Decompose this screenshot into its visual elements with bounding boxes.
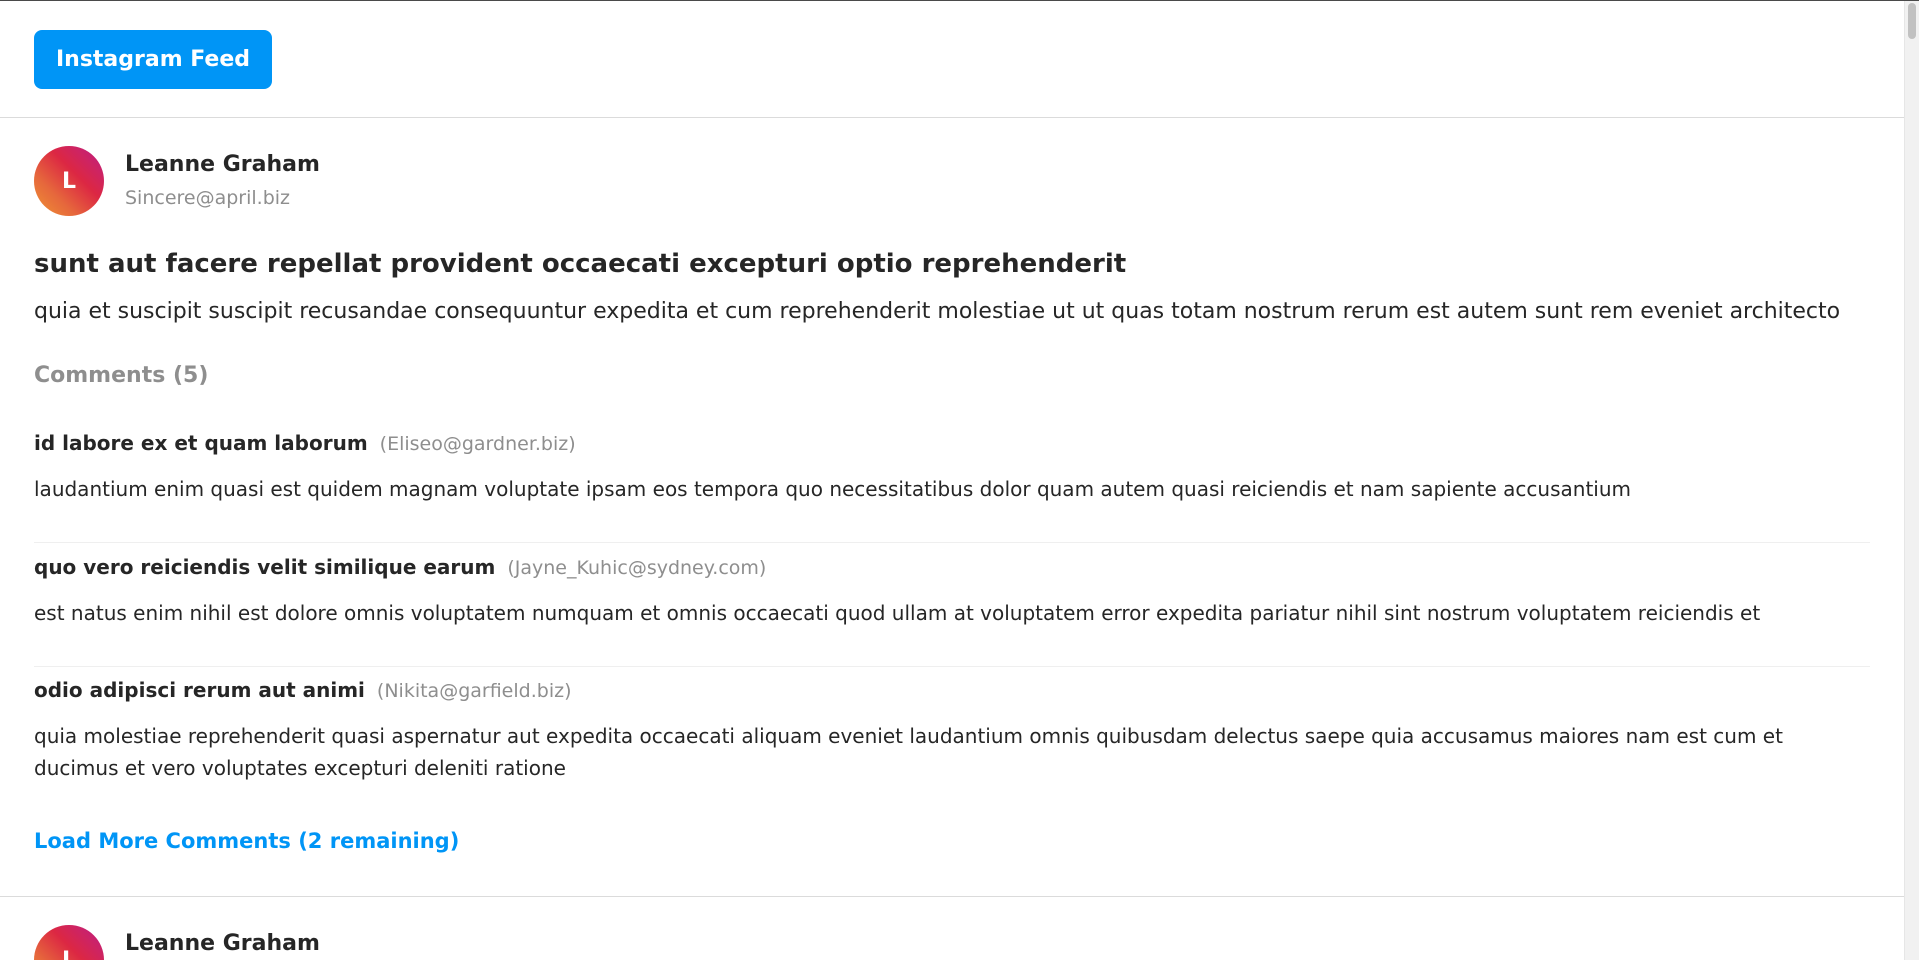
post-card: L Leanne Graham Sincere@april.biz sunt a… bbox=[0, 119, 1904, 897]
comment-body: quia molestiae reprehenderit quasi asper… bbox=[34, 724, 1783, 780]
comment-name: quo vero reiciendis velit similique earu… bbox=[34, 555, 496, 579]
comment-email: (Eliseo@gardner.biz) bbox=[379, 433, 576, 455]
comment-item: quo vero reiciendis velit similique earu… bbox=[34, 555, 1870, 667]
comment-body: est natus enim nihil est dolore omnis vo… bbox=[34, 601, 1761, 625]
post-body: quia et suscipit suscipit recusandae con… bbox=[34, 299, 1841, 324]
comment-item: id labore ex et quam laborum (Eliseo@gard… bbox=[34, 431, 1870, 543]
comments-heading: Comments (5) bbox=[34, 363, 209, 388]
comment-item: odio adipisci rerum aut animi (Nikita@gar… bbox=[34, 678, 1870, 806]
post-author-name[interactable]: Leanne Graham bbox=[125, 152, 320, 177]
comment-header: quo vero reiciendis velit similique earu… bbox=[34, 555, 766, 579]
top-bar: Instagram Feed bbox=[0, 1, 1904, 118]
avatar[interactable]: L bbox=[34, 146, 104, 216]
post-card: L Leanne Graham bbox=[0, 898, 1904, 960]
comment-header: id labore ex et quam laborum (Eliseo@gard… bbox=[34, 431, 576, 455]
comment-email: (Jayne_Kuhic@sydney.com) bbox=[507, 557, 767, 579]
post-author-email: Sincere@april.biz bbox=[125, 187, 291, 209]
scrollbar-thumb[interactable] bbox=[1908, 3, 1916, 39]
load-more-comments-button[interactable]: Load More Comments (2 remaining) bbox=[34, 829, 459, 853]
post-title: sunt aut facere repellat provident occae… bbox=[34, 249, 1127, 279]
comment-name: odio adipisci rerum aut animi bbox=[34, 678, 365, 702]
comment-email: (Nikita@garfield.biz) bbox=[376, 680, 572, 702]
feed-page: Instagram Feed L Leanne Graham Sincere@a… bbox=[0, 1, 1904, 960]
comment-header: odio adipisci rerum aut animi (Nikita@gar… bbox=[34, 678, 571, 702]
instagram-feed-button[interactable]: Instagram Feed bbox=[34, 30, 272, 89]
avatar[interactable]: L bbox=[34, 925, 104, 960]
comment-name: id labore ex et quam laborum bbox=[34, 431, 368, 455]
post-author-name[interactable]: Leanne Graham bbox=[125, 931, 320, 956]
vertical-scrollbar[interactable] bbox=[1904, 1, 1919, 960]
comment-body: laudantium enim quasi est quidem magnam … bbox=[34, 477, 1632, 501]
